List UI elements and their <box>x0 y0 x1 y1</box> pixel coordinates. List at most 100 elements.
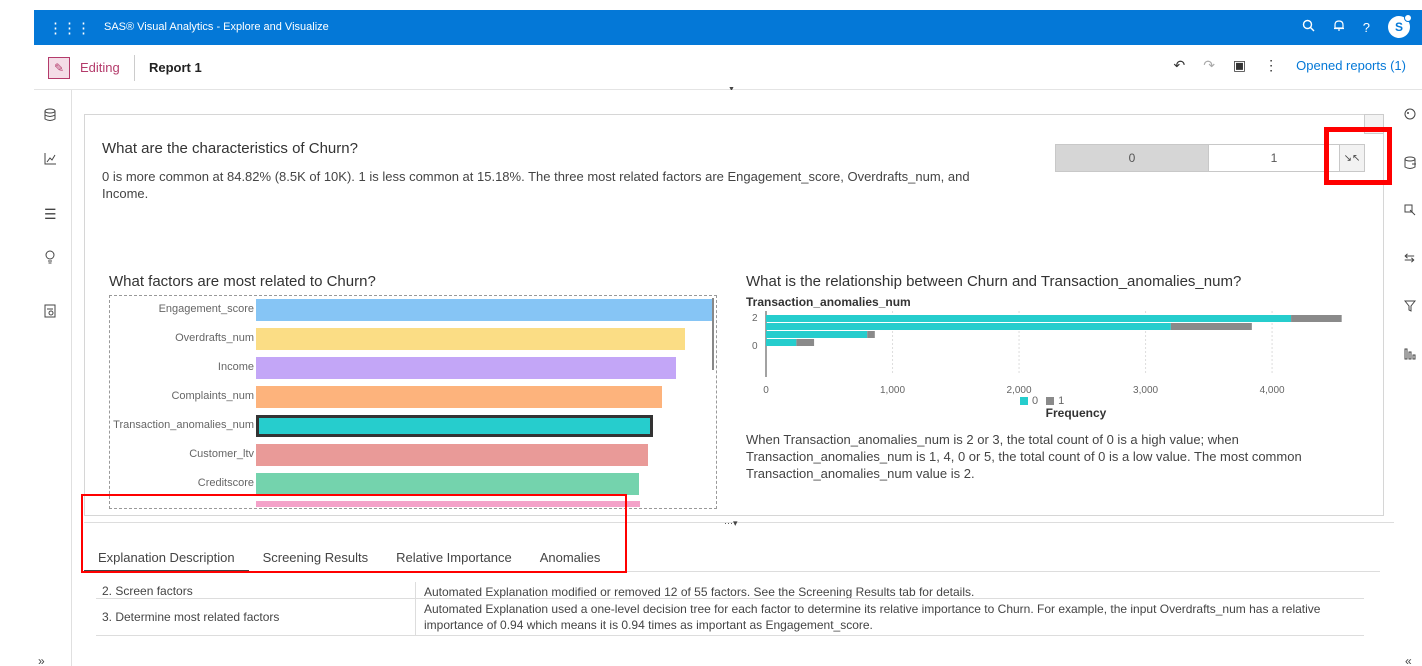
explanation-summary: 0 is more common at 84.82% (8.5K of 10K)… <box>102 169 970 201</box>
objects-chart-icon[interactable] <box>44 152 57 168</box>
pages-icon[interactable] <box>44 304 56 321</box>
factor-label: Customer_ltv <box>189 448 254 460</box>
y-tick-label: 0 <box>752 341 758 352</box>
factor-bar-row[interactable]: Income <box>110 356 714 380</box>
y-axis-title: Transaction_anomalies_num <box>746 295 911 309</box>
factor-bar-row[interactable]: Creditscore <box>110 472 714 496</box>
report-title[interactable]: Report 1 <box>149 60 202 75</box>
suggestions-lightbulb-icon[interactable] <box>44 250 56 267</box>
frequency-bar[interactable] <box>796 339 815 346</box>
factor-bar-row[interactable]: Overdrafts_num <box>110 327 714 351</box>
edit-pencil-icon[interactable]: ✎ <box>48 57 70 79</box>
x-tick-label: 4,000 <box>1260 385 1285 396</box>
redo-icon[interactable]: ↷ <box>1203 57 1215 74</box>
highlight-annotation-box <box>1324 127 1392 185</box>
frequency-bar[interactable] <box>867 331 875 338</box>
factor-bar-row[interactable]: Customer_ltv <box>110 443 714 467</box>
legend-item[interactable]: 1 <box>1046 395 1064 407</box>
relationship-description: When Transaction_anomalies_num is 2 or 3… <box>746 432 1302 481</box>
step-name: 3. Determine most related factors <box>96 599 416 635</box>
bell-icon[interactable] <box>1333 19 1345 35</box>
factor-label: Complaints_num <box>171 390 254 402</box>
frequency-bar[interactable] <box>766 323 1171 330</box>
step-description: Automated Explanation used a one-level d… <box>424 602 1321 632</box>
legend-item[interactable]: 0 <box>1020 395 1038 407</box>
app-window: ⋮⋮⋮ SAS® Visual Analytics - Explore and … <box>0 0 1422 666</box>
ranks-icon[interactable] <box>1404 348 1416 363</box>
frequency-bar[interactable] <box>766 331 868 338</box>
factor-bar[interactable] <box>256 299 712 321</box>
factor-importance-chart: Engagement_score Overdrafts_num Income Comp… <box>109 295 717 509</box>
data-icon[interactable] <box>44 108 56 125</box>
table-row: 2. Screen factors Automated Explanation … <box>96 582 1364 599</box>
more-options-icon[interactable]: ⋮ <box>1264 57 1278 74</box>
app-title: SAS® Visual Analytics - Explore and Visu… <box>104 21 329 33</box>
outline-list-icon[interactable]: ☰ <box>44 206 57 223</box>
x-tick-label: 3,000 <box>1133 385 1158 396</box>
segment-1-button[interactable]: 1 <box>1209 145 1339 171</box>
avatar[interactable]: S <box>1388 14 1412 38</box>
factor-label: Transaction_anomalies_num <box>113 419 254 431</box>
filter-icon[interactable] <box>1403 300 1417 315</box>
right-sidebar: ⇆ <box>1396 90 1422 666</box>
step-description: Automated Explanation modified or remove… <box>424 585 975 598</box>
title-bar: ⋮⋮⋮ SAS® Visual Analytics - Explore and … <box>34 10 1422 45</box>
factor-label: Engagement_score <box>158 303 254 315</box>
legend-label: 0 <box>1032 395 1039 407</box>
collapse-right-icon[interactable]: « <box>1405 654 1412 666</box>
step-name: 2. Screen factors <box>96 582 416 598</box>
factor-bar-row[interactable]: Complaints_num <box>110 385 714 409</box>
actions-pointer-icon[interactable] <box>1404 204 1416 219</box>
roles-data-icon[interactable] <box>1404 156 1417 173</box>
x-tick-label: 0 <box>763 385 769 396</box>
legend-swatch <box>1046 397 1055 405</box>
frequency-bar[interactable] <box>1170 323 1252 330</box>
y-tick-label: 2 <box>752 313 758 324</box>
save-icon[interactable]: ▣ <box>1233 57 1246 74</box>
factor-bar[interactable] <box>256 357 676 379</box>
expand-left-icon[interactable]: » <box>38 654 45 666</box>
toolbar-divider <box>134 55 135 81</box>
left-sidebar: ☰ <box>34 90 72 666</box>
search-icon[interactable] <box>1302 19 1315 35</box>
factor-bar[interactable] <box>256 473 639 495</box>
factor-bar[interactable] <box>256 328 685 350</box>
outer-margin <box>0 0 34 666</box>
segment-0-button[interactable]: 0 <box>1056 145 1209 171</box>
toolbar-actions: ↶ ↷ ▣ ⋮ Opened reports (1) <box>1173 57 1406 74</box>
factors-title: What factors are most related to Churn? <box>109 273 376 290</box>
highlight-annotation-box <box>81 494 627 573</box>
automated-explanation-object[interactable]: What are the characteristics of Churn? 0… <box>84 114 1384 516</box>
relationship-title: What is the relationship between Churn a… <box>746 273 1242 290</box>
explanation-question: What are the characteristics of Churn? <box>102 140 358 157</box>
x-tick-label: 1,000 <box>880 385 905 396</box>
x-axis-title: Frequency <box>1046 406 1107 420</box>
factor-bar[interactable] <box>256 415 653 437</box>
opened-reports-link[interactable]: Opened reports (1) <box>1296 58 1406 73</box>
factor-label: Income <box>217 361 254 373</box>
factor-bar[interactable] <box>256 444 648 466</box>
app-grid-icon[interactable]: ⋮⋮⋮ <box>48 19 91 37</box>
title-bar-icons: ? S <box>1302 14 1412 38</box>
table-row: 3. Determine most related factors Automa… <box>96 599 1364 636</box>
factor-bar-row[interactable]: Engagement_score <box>110 298 714 322</box>
factor-bar[interactable] <box>256 386 662 408</box>
frequency-bar[interactable] <box>766 339 797 346</box>
rules-icon[interactable]: ⇆ <box>1404 250 1415 266</box>
chart-legend: 01 <box>1020 395 1064 407</box>
churn-value-selector: 0 1 ↘↖ <box>1055 144 1365 172</box>
factor-label: Overdrafts_num <box>175 332 254 344</box>
explanation-details-table: 2. Screen factors Automated Explanation … <box>96 582 1364 636</box>
options-palette-icon[interactable] <box>1404 108 1416 123</box>
factor-bar-row[interactable]: Transaction_anomalies_num <box>110 414 714 438</box>
report-canvas: What are the characteristics of Churn? 0… <box>72 90 1396 666</box>
undo-icon[interactable]: ↶ <box>1173 57 1185 74</box>
help-icon[interactable]: ? <box>1363 20 1370 35</box>
report-toolbar: ✎ Editing Report 1 ↶ ↷ ▣ ⋮ Opened report… <box>34 45 1422 93</box>
splitter-handle-icon[interactable]: ···▾ <box>724 518 738 529</box>
legend-swatch <box>1020 397 1028 405</box>
editing-label[interactable]: Editing <box>80 60 120 75</box>
legend-label: 1 <box>1058 395 1065 407</box>
frequency-bar[interactable] <box>1291 315 1342 322</box>
frequency-bar[interactable] <box>766 315 1292 322</box>
